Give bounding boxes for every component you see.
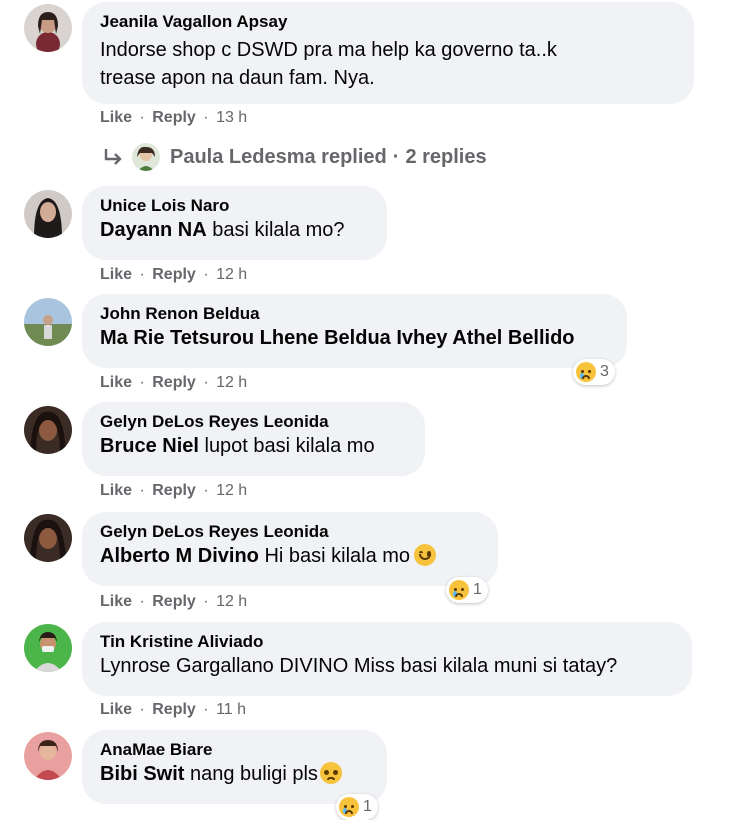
comment-bubble: John Renon Beldua Ma Rie Tetsurou Lhene … bbox=[82, 294, 627, 368]
comment-actions: Like · Reply · 11 h bbox=[100, 700, 246, 720]
comment-actions: Like · Reply · 12 h bbox=[100, 373, 247, 393]
separator: · bbox=[139, 374, 145, 391]
timestamp[interactable]: 13 h bbox=[216, 109, 247, 126]
separator: · bbox=[139, 593, 145, 610]
comment-bubble: Unice Lois Naro Dayann NA basi kilala mo… bbox=[82, 186, 387, 260]
timestamp[interactable]: 12 h bbox=[216, 374, 247, 391]
comment-text-body: Hi basi kilala mo bbox=[258, 545, 411, 567]
comment-text: Indorse shop c DSWD pra ma help ka gover… bbox=[100, 36, 676, 92]
reply-link[interactable]: Reply bbox=[152, 266, 196, 283]
comment-text-body: nang buligi pls bbox=[184, 763, 318, 785]
comment-author[interactable]: Jeanila Vagallon Apsay bbox=[100, 11, 676, 32]
reply-link[interactable]: Reply bbox=[152, 482, 196, 499]
comment-text-body: basi kilala mo? bbox=[206, 219, 345, 241]
reaction-count: 1 bbox=[473, 581, 482, 598]
separator: · bbox=[139, 482, 145, 499]
comment-text: Bibi Swit nang buligi pls bbox=[100, 760, 369, 788]
avatar[interactable] bbox=[24, 624, 72, 672]
reply-link[interactable]: Reply bbox=[152, 701, 196, 718]
reply-link[interactable]: Reply bbox=[152, 374, 196, 391]
timestamp[interactable]: 12 h bbox=[216, 482, 247, 499]
avatar[interactable] bbox=[24, 298, 72, 346]
separator: · bbox=[203, 701, 209, 718]
reaction-badge[interactable]: 3 bbox=[573, 359, 615, 385]
comment-author[interactable]: Gelyn DeLos Reyes Leonida bbox=[100, 521, 480, 542]
reply-count: 2 replies bbox=[405, 145, 487, 168]
separator: · bbox=[139, 266, 145, 283]
comment-bubble: AnaMae Biare Bibi Swit nang buligi pls bbox=[82, 730, 387, 804]
view-replies-link[interactable]: Paula Ledesma replied · 2 replies bbox=[100, 140, 487, 174]
comment-bubble: Tin Kristine Aliviado Lynrose Gargallano… bbox=[82, 622, 692, 696]
comment-actions: Like · Reply · 12 h bbox=[100, 265, 247, 285]
separator: · bbox=[203, 593, 209, 610]
separator: · bbox=[203, 109, 209, 126]
like-link[interactable]: Like bbox=[100, 109, 132, 126]
sad-reaction-icon bbox=[339, 797, 359, 817]
timestamp[interactable]: 12 h bbox=[216, 593, 247, 610]
like-link[interactable]: Like bbox=[100, 701, 132, 718]
smiling-emoji-icon bbox=[414, 544, 437, 566]
comment-actions: Like · Reply · 12 h bbox=[100, 592, 247, 612]
sad-reaction-icon bbox=[449, 580, 469, 600]
mention-tag[interactable]: Bruce Niel bbox=[100, 435, 199, 457]
like-link[interactable]: Like bbox=[100, 266, 132, 283]
separator: · bbox=[139, 109, 145, 126]
separator: · bbox=[139, 701, 145, 718]
comment-bubble: Jeanila Vagallon Apsay Indorse shop c DS… bbox=[82, 2, 694, 104]
comment-text-line: trease apon na daun fam. Nya. bbox=[100, 67, 375, 89]
mention-tag[interactable]: Alberto M Divino bbox=[100, 545, 259, 567]
comment-text-line: Indorse shop c DSWD pra ma help ka gover… bbox=[100, 39, 557, 61]
reply-link[interactable]: Reply bbox=[152, 593, 196, 610]
reaction-badge[interactable]: 1 bbox=[446, 577, 488, 603]
pleading-emoji-icon bbox=[319, 762, 342, 784]
reply-arrow-icon bbox=[104, 149, 122, 165]
comment-text: Alberto M Divino Hi basi kilala mo bbox=[100, 542, 480, 570]
reaction-count: 3 bbox=[600, 363, 609, 380]
reaction-count: 1 bbox=[363, 798, 372, 815]
comment-actions: Like · Reply · 13 h bbox=[100, 108, 247, 128]
timestamp[interactable]: 11 h bbox=[216, 701, 246, 718]
comment-author[interactable]: John Renon Beldua bbox=[100, 303, 609, 324]
comment-bubble: Gelyn DeLos Reyes Leonida Bruce Niel lup… bbox=[82, 402, 425, 476]
comment-text-body: lupot basi kilala mo bbox=[198, 435, 375, 457]
separator: · bbox=[203, 482, 209, 499]
separator: · bbox=[203, 266, 209, 283]
comment-author[interactable]: Unice Lois Naro bbox=[100, 195, 369, 216]
comment-author[interactable]: AnaMae Biare bbox=[100, 739, 369, 760]
replied-by: Paula Ledesma replied bbox=[170, 145, 387, 168]
avatar[interactable] bbox=[24, 406, 72, 454]
avatar[interactable] bbox=[24, 514, 72, 562]
avatar bbox=[132, 143, 160, 171]
comment-bubble: Gelyn DeLos Reyes Leonida Alberto M Divi… bbox=[82, 512, 498, 586]
like-link[interactable]: Like bbox=[100, 593, 132, 610]
timestamp[interactable]: 12 h bbox=[216, 266, 247, 283]
mention-tag[interactable]: Dayann NA bbox=[100, 219, 207, 241]
mention-tag[interactable]: Ma Rie Tetsurou Lhene Beldua Ivhey Athel… bbox=[100, 327, 575, 349]
mention-tag[interactable]: Bibi Swit bbox=[100, 763, 184, 785]
reply-link[interactable]: Reply bbox=[152, 109, 196, 126]
comment-author[interactable]: Tin Kristine Aliviado bbox=[100, 631, 674, 652]
like-link[interactable]: Like bbox=[100, 374, 132, 391]
comment-author[interactable]: Gelyn DeLos Reyes Leonida bbox=[100, 411, 407, 432]
comment-text: Bruce Niel lupot basi kilala mo bbox=[100, 432, 407, 460]
avatar[interactable] bbox=[24, 190, 72, 238]
avatar[interactable] bbox=[24, 732, 72, 780]
reaction-badge[interactable]: 1 bbox=[336, 794, 378, 820]
separator: · bbox=[392, 145, 400, 168]
like-link[interactable]: Like bbox=[100, 482, 132, 499]
avatar[interactable] bbox=[24, 4, 72, 52]
comment-text: Lynrose Gargallano DIVINO Miss basi kila… bbox=[100, 655, 618, 677]
separator: · bbox=[203, 374, 209, 391]
comment-text: Dayann NA basi kilala mo? bbox=[100, 216, 369, 244]
comment-actions: Like · Reply · 12 h bbox=[100, 481, 247, 501]
sad-reaction-icon bbox=[576, 362, 596, 382]
comment-text: Ma Rie Tetsurou Lhene Beldua Ivhey Athel… bbox=[100, 324, 609, 352]
